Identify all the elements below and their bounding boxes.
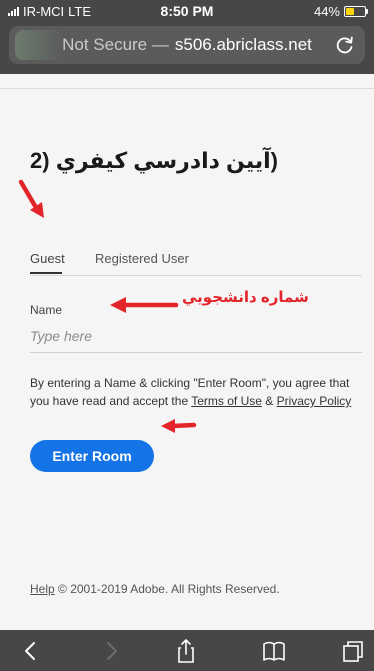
tab-registered-user[interactable]: Registered User [95,251,189,266]
annotation-student-number: شماره دانشجويي [182,289,309,306]
help-link[interactable]: Help [30,582,55,596]
address-bar[interactable]: Not Secure — s506.abriclass.net [9,26,365,64]
enter-room-button[interactable]: Enter Room [30,440,154,472]
battery-icon [344,6,368,17]
safari-toolbar [0,630,374,671]
not-secure-label: Not Secure — [62,35,169,54]
back-icon[interactable] [17,638,45,664]
bookmarks-icon[interactable] [260,638,288,664]
tab-guest[interactable]: Guest [30,251,65,266]
reload-icon[interactable] [335,35,355,55]
terms-text: By entering a Name & clicking "Enter Roo… [30,374,370,410]
share-icon[interactable] [172,638,200,664]
forward-icon[interactable] [97,638,125,664]
annotation-arrow-enter [161,419,197,433]
status-bar: IR-MCI LTE 8:50 PM 44% [0,0,374,22]
login-card: (آيين دادرسي كيفري (2 Guest Registered U… [30,102,362,602]
header-divider [0,88,374,89]
login-tabs: Guest Registered User [30,245,362,276]
name-label: Name [30,303,63,317]
status-right: 44% [313,4,368,19]
annotation-arrow-name [110,297,179,313]
annotation-arrow-guest [18,179,44,218]
footer: Help © 2001-2019 Adobe. All Rights Reser… [30,582,280,596]
domain-label: s506.abriclass.net [174,35,312,54]
privacy-policy-link[interactable]: Privacy Policy [277,394,352,408]
tabs-icon[interactable] [338,638,366,664]
page-content: (آيين دادرسي كيفري (2 Guest Registered U… [0,74,374,630]
battery-percent: 44% [313,4,340,19]
terms-and: & [261,394,277,408]
browser-top-chrome: IR-MCI LTE 8:50 PM 44% Not Secure — s506… [0,0,374,74]
page-title: (آيين دادرسي كيفري (2 [30,148,278,173]
terms-of-use-link[interactable]: Terms of Use [191,394,262,408]
name-input[interactable] [30,320,362,353]
active-tab-indicator [30,272,62,274]
copyright-text: © 2001-2019 Adobe. All Rights Reserved. [54,582,280,596]
url-text[interactable]: Not Secure — s506.abriclass.net [62,35,312,55]
site-favicon-blur [15,30,63,60]
